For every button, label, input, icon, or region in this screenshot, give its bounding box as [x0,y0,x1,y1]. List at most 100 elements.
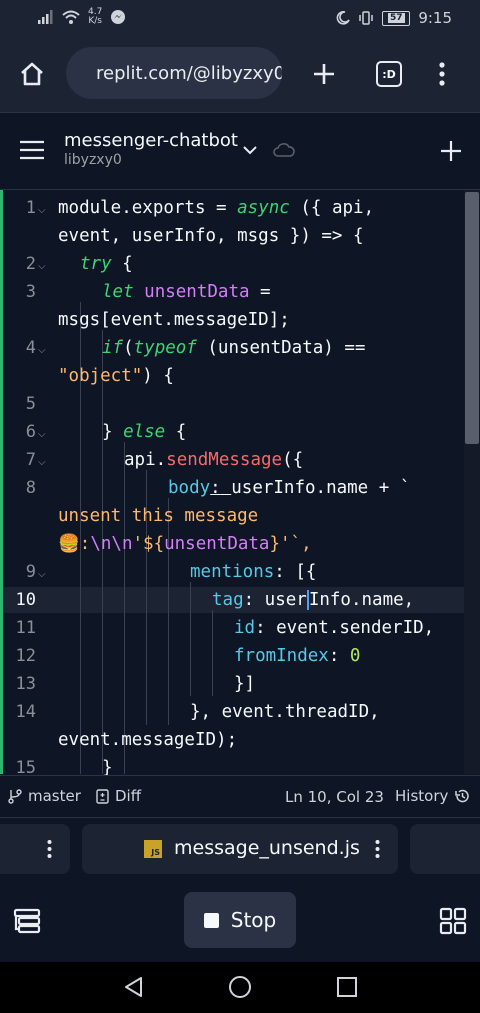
line-number: 8 [25,478,36,498]
history-button[interactable]: History [395,787,470,805]
indent-guide [124,442,125,774]
code-line: event.messageID); [58,730,238,750]
line-number: 3 [25,282,36,302]
cloud-sync-status [272,139,296,161]
code-line: mentions: [{ [190,562,317,582]
js-file-icon: JS [144,840,162,858]
tab-switcher-button[interactable]: :D [371,56,407,92]
line-number: 7 [25,450,36,470]
more-vertical-icon[interactable] [47,840,52,858]
line-number: 2 [25,254,36,274]
stop-button[interactable]: Stop [184,892,296,948]
add-button[interactable] [436,136,466,166]
line-number: 4 [25,338,36,358]
fold-chevron-icon[interactable]: ⌵ [38,261,46,272]
plus-icon [441,141,461,161]
code-line: unsent this message [58,506,259,526]
file-tab-active[interactable]: JS message_unsend.js [82,824,398,874]
code-line: msgs[event.messageID]; [58,310,290,330]
nav-back-button[interactable] [118,972,148,1002]
grid-icon [439,907,467,935]
wifi-icon [62,10,80,24]
hamburger-icon [20,140,44,160]
indent-guide [190,582,191,696]
line-number: 9 [25,562,36,582]
messenger-icon [111,10,126,24]
home-circle-icon [229,976,251,998]
signal-icon [38,10,53,24]
file-tab-label: message_unsend.js [174,837,360,859]
tools-button[interactable] [10,904,44,938]
code-line: 🍔:\n\n'${unsentData}'`, [58,534,312,554]
diff-button[interactable]: Diff [96,787,141,805]
code-line: api.sendMessage({ [124,450,304,470]
clock: 9:15 [418,9,452,27]
code-line: event, userInfo, msgs }) => { [58,226,364,246]
code-line: body: userInfo.name + ` [168,478,411,498]
battery-indicator: 57 [382,10,411,26]
fold-chevron-icon[interactable]: ⌵ [38,569,46,580]
address-bar[interactable]: replit.com/@libyzxy0 [66,47,282,99]
fold-chevron-icon[interactable]: ⌵ [38,345,46,356]
code-line: }] [234,674,256,694]
indent-guide [212,610,213,696]
nav-recents-button[interactable] [332,972,362,1002]
stop-icon [203,912,219,928]
code-line: }, event.threadID, [190,702,380,722]
line-number: 11 [15,618,36,638]
url-text: replit.com/@libyzxy0 [96,62,282,84]
panes-button[interactable] [436,904,470,938]
recents-square-icon [337,977,357,997]
system-status-bar: 4.7 K/s 57 9:15 [0,0,480,36]
home-button[interactable] [14,56,50,92]
file-tab-next[interactable] [410,824,480,874]
git-branch-icon [8,789,22,804]
fold-chevron-icon[interactable]: ⌵ [38,429,46,440]
branch-indicator[interactable]: master [8,787,81,805]
diff-icon [96,788,109,804]
repl-dropdown-button[interactable] [238,138,262,162]
chevron-down-icon [243,145,257,154]
code-line: if(typeof (unsentData) == [102,338,366,358]
back-triangle-icon [125,977,142,997]
tab-switcher-icon: :D [376,61,402,87]
code-line: fromIndex: 0 [234,646,361,666]
fold-chevron-icon[interactable]: ⌵ [38,457,46,468]
cloud-icon [273,143,295,157]
stack-layout-icon [13,908,41,934]
nav-home-button[interactable] [225,972,255,1002]
line-number: 1 [25,198,36,218]
code-line: let unsentData = [102,282,271,302]
cursor-position: Ln 10, Col 23 [285,788,384,806]
line-number: 14 [15,702,36,722]
network-speed: 4.7 K/s [88,7,103,26]
home-icon [21,62,43,86]
repl-title[interactable]: messenger-chatbot [64,130,238,151]
line-number: 5 [25,394,36,414]
code-line: id: event.senderID, [234,618,435,638]
moon-icon [336,11,351,25]
menu-button[interactable] [16,134,48,166]
code-line: } else { [102,422,187,442]
code-line: "object") { [58,366,174,386]
more-vertical-icon [439,62,445,86]
code-line: try { [80,254,133,274]
new-tab-button[interactable] [306,56,342,92]
divider [0,775,480,776]
indent-guide [168,498,169,725]
browser-menu-button[interactable] [424,56,460,92]
more-vertical-icon[interactable] [375,840,380,858]
line-number: 6 [25,422,36,442]
repl-owner: libyzxy0 [64,152,122,168]
vibrate-icon [359,11,374,25]
line-number: 12 [15,646,36,666]
fold-chevron-icon[interactable]: ⌵ [38,205,46,216]
code-line: module.exports = async ({ api, [58,198,375,218]
plus-icon [314,64,334,84]
file-tab-previous[interactable] [0,824,70,874]
line-number: 13 [15,674,36,694]
line-number-active: 10 [15,590,36,610]
code-line-active: tag: user Info.name, [212,590,415,610]
history-icon [455,789,470,803]
editor-scrollbar-thumb[interactable] [465,192,479,444]
